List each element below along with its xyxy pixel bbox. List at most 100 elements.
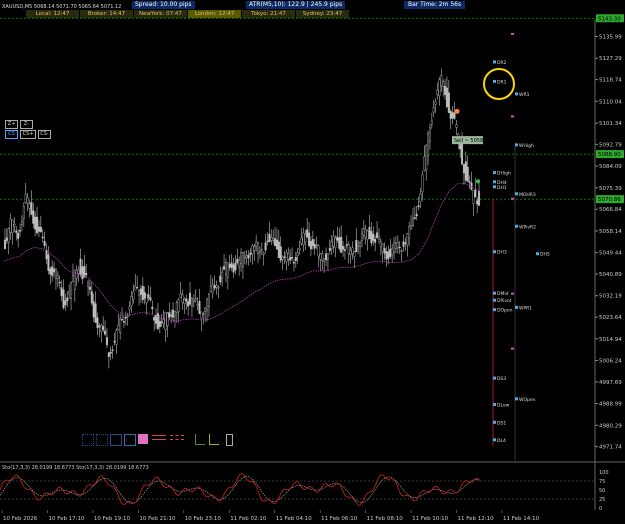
annotation-label: DH3	[497, 250, 507, 256]
candle-body	[453, 112, 456, 119]
candle-body	[289, 257, 292, 261]
candle-body	[177, 299, 180, 312]
candle-body	[236, 259, 239, 263]
candle-body	[425, 145, 428, 170]
candle-body	[315, 244, 318, 246]
x-tick-label: 10 Feb 2026	[3, 516, 38, 522]
candle-body	[145, 294, 148, 303]
candle-body	[343, 249, 346, 251]
candle-body	[434, 101, 437, 105]
x-tick-label: 10 Feb 17:10	[48, 516, 85, 522]
candle-body	[268, 233, 271, 243]
candle-body	[391, 248, 394, 255]
swatch-pink[interactable]	[138, 434, 148, 444]
candle-body	[419, 193, 422, 202]
candle-body	[417, 205, 420, 208]
cs-minus-button[interactable]: CS-	[38, 130, 51, 139]
candle-body	[60, 287, 63, 296]
candle-body	[117, 325, 120, 330]
swatch-solid-1[interactable]	[110, 434, 122, 446]
price-level-label: 5088.90	[598, 152, 621, 158]
candle-body	[136, 287, 139, 289]
cs-plus-button[interactable]: CS+	[20, 130, 36, 139]
annotation-marker	[515, 92, 518, 96]
candle-body	[370, 231, 373, 244]
level-tick	[511, 347, 514, 350]
candle-body	[98, 325, 101, 328]
candle-body	[9, 218, 12, 233]
candle-body	[22, 206, 25, 219]
candle-body	[270, 236, 273, 241]
annotation-label: DH1	[497, 185, 507, 191]
candle-body	[300, 237, 303, 244]
candle-body	[447, 92, 450, 114]
candle-body	[359, 242, 362, 247]
candle-body	[109, 351, 112, 354]
candle-body	[374, 239, 377, 243]
candle-body	[393, 242, 396, 253]
line-style-icon[interactable]	[152, 435, 166, 440]
candle-body	[319, 253, 322, 260]
candle-body	[51, 266, 54, 276]
candle-body	[113, 340, 116, 343]
candle-body	[292, 262, 295, 264]
fibo-icon[interactable]	[195, 434, 205, 445]
candle-body	[281, 256, 284, 260]
current-marker	[476, 179, 480, 184]
candle-body	[20, 220, 23, 225]
drawing-toolbar	[82, 434, 242, 446]
candle-body	[130, 296, 133, 307]
candle-body	[294, 256, 297, 261]
candle-body	[291, 257, 294, 259]
candle-body	[245, 255, 248, 258]
candle-body	[247, 254, 250, 259]
candle-body	[39, 226, 42, 232]
cs-button[interactable]: CS	[5, 130, 18, 139]
candle-body	[66, 297, 69, 302]
candle-body	[68, 291, 71, 295]
line-style-dashed-icon[interactable]	[170, 435, 184, 440]
fibo-alt-icon[interactable]	[209, 434, 219, 445]
candle-body	[211, 284, 214, 294]
swatch-dotted-2[interactable]	[96, 434, 108, 446]
candle-body	[5, 237, 8, 241]
candle-body	[389, 248, 392, 257]
candle-body	[147, 294, 150, 299]
candle-body	[115, 330, 118, 345]
y-tick-label: 5092.79	[599, 142, 622, 148]
candle-body	[196, 303, 199, 306]
annotation-label: WPR1	[519, 305, 532, 311]
candle-body	[336, 236, 339, 241]
y-tick-label: 5075.39	[599, 186, 622, 192]
price-level-label: 5070.86	[598, 197, 621, 203]
swatch-solid-2[interactable]	[124, 434, 136, 446]
zoom-out-button[interactable]: Z-	[20, 120, 33, 129]
candle-body	[153, 317, 156, 321]
candle-body	[445, 87, 448, 108]
zoom-in-button[interactable]: Z+	[5, 120, 18, 129]
candle-body	[224, 262, 227, 275]
candle-body	[302, 232, 305, 246]
candle-body	[88, 286, 91, 290]
candle-body	[238, 259, 241, 268]
annotation-label: WPivR2	[519, 224, 536, 230]
candle-body	[75, 269, 78, 279]
level-tick	[511, 115, 514, 118]
candle-body	[81, 266, 84, 280]
stoch-main-line	[0, 473, 481, 506]
candle-body	[45, 250, 48, 260]
candle-body	[90, 291, 93, 304]
candle-body	[353, 251, 356, 257]
swatch-dotted-1[interactable]	[82, 434, 94, 446]
candle-body	[223, 266, 226, 270]
info-icon[interactable]	[226, 434, 233, 446]
candle-body	[190, 298, 193, 307]
candle-body	[474, 189, 477, 198]
candle-body	[138, 290, 141, 296]
x-tick-label: 10 Feb 21:10	[139, 516, 176, 522]
candle-body	[478, 190, 481, 206]
candle-body	[470, 182, 473, 190]
candle-body	[398, 246, 401, 249]
y-tick-label: 5049.44	[599, 251, 622, 257]
candle-body	[24, 193, 27, 203]
